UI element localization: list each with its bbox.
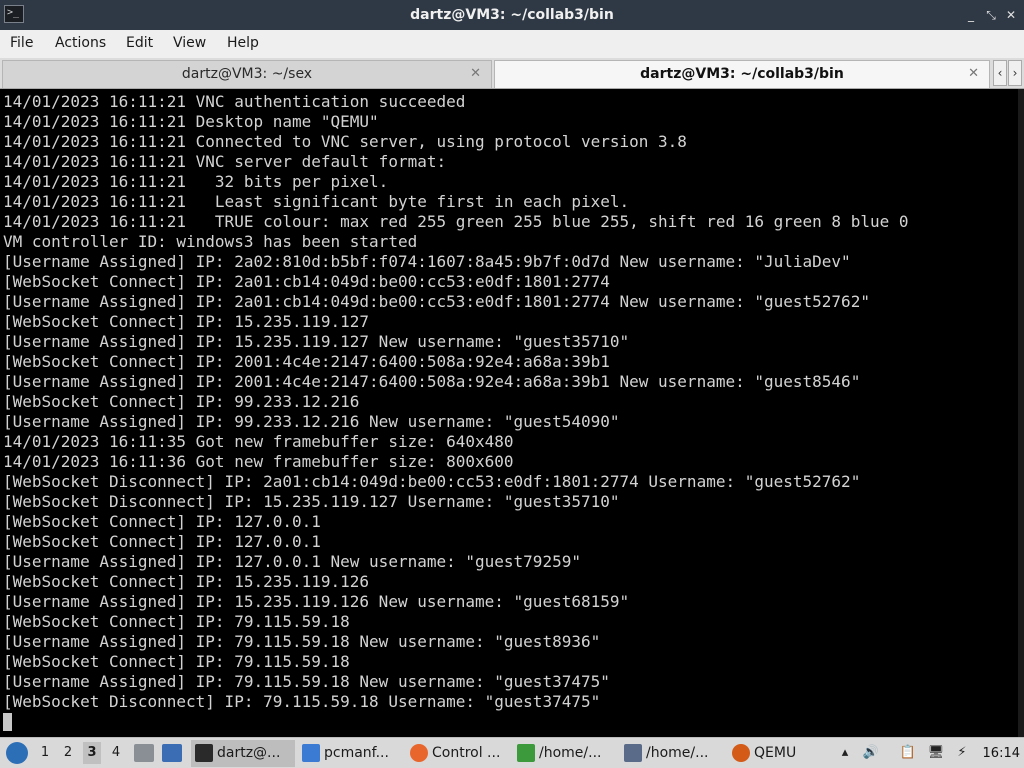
terminal-line: [Username Assigned] IP: 15.235.119.127 N… <box>3 332 630 351</box>
terminal-line: [Username Assigned] IP: 79.115.59.18 New… <box>3 632 601 651</box>
terminal-line: [Username Assigned] IP: 2a02:810d:b5bf:f… <box>3 252 851 271</box>
task-label: QEMU <box>754 745 797 761</box>
editor-icon <box>517 744 535 762</box>
close-tab-icon[interactable]: ✕ <box>968 61 979 87</box>
tab-scroll-right-icon[interactable]: › <box>1008 60 1022 86</box>
menu-file[interactable]: File <box>10 30 33 56</box>
task-label: dartz@... <box>217 745 281 761</box>
workspace-4[interactable]: 4 <box>107 742 125 764</box>
terminal-line: [WebSocket Connect] IP: 15.235.119.127 <box>3 312 370 331</box>
terminal-scrollbar[interactable] <box>1018 89 1024 737</box>
tab-scroll-left-icon[interactable]: ‹ <box>993 60 1007 86</box>
tab-sex[interactable]: dartz@VM3: ~/sex ✕ <box>2 60 492 88</box>
terminal-line: 14/01/2023 16:11:21 Least significant by… <box>3 192 630 211</box>
menu-edit[interactable]: Edit <box>126 30 153 56</box>
terminal-line: [Username Assigned] IP: 79.115.59.18 New… <box>3 672 610 691</box>
task-label: pcmanf... <box>324 745 389 761</box>
terminal-line: [Username Assigned] IP: 2001:4c4e:2147:6… <box>3 372 861 391</box>
terminal-cursor <box>3 713 12 731</box>
terminal-lines: 14/01/2023 16:11:21 VNC authentication s… <box>3 92 908 712</box>
terminal-line: [WebSocket Disconnect] IP: 2a01:cb14:049… <box>3 472 861 491</box>
task-label: /home/... <box>539 745 602 761</box>
folder-icon <box>302 744 320 762</box>
task-image-viewer[interactable]: /home/... <box>620 740 724 767</box>
terminal-line: 14/01/2023 16:11:21 VNC authentication s… <box>3 92 466 111</box>
terminal-line: 14/01/2023 16:11:21 VNC server default f… <box>3 152 447 171</box>
terminal-line: [WebSocket Connect] IP: 79.115.59.18 <box>3 612 350 631</box>
network-icon[interactable]: 🖥 <box>927 744 945 762</box>
task-qemu[interactable]: QEMU <box>728 740 824 767</box>
image-viewer-icon <box>624 744 642 762</box>
clock[interactable]: 16:14 <box>983 738 1020 768</box>
task-label: Control ... <box>432 745 501 761</box>
task-editor[interactable]: /home/... <box>513 740 617 767</box>
terminal-line: [WebSocket Connect] IP: 99.233.12.216 <box>3 392 360 411</box>
terminal-line: 14/01/2023 16:11:21 TRUE colour: max red… <box>3 212 909 231</box>
task-pcmanfm[interactable]: pcmanf... <box>298 740 402 767</box>
workspace-1[interactable]: 1 <box>36 742 54 764</box>
terminal-line: VM controller ID: windows3 has been star… <box>3 232 418 251</box>
terminal-line: 14/01/2023 16:11:35 Got new framebuffer … <box>3 432 514 451</box>
terminal-output[interactable]: 14/01/2023 16:11:21 VNC authentication s… <box>0 89 1024 737</box>
workspace-3[interactable]: 3 <box>83 742 101 764</box>
show-desktop-icon[interactable] <box>134 744 154 762</box>
task-terminal[interactable]: dartz@... <box>191 740 295 767</box>
close-tab-icon[interactable]: ✕ <box>470 61 481 87</box>
taskbar: 1 2 3 4 dartz@... pcmanf... Control ... … <box>0 737 1024 768</box>
scroll-tray-icon[interactable]: ▴ <box>836 744 854 762</box>
terminal-line: [WebSocket Disconnect] IP: 79.115.59.18 … <box>3 692 601 711</box>
terminal-icon <box>195 744 213 762</box>
firefox-icon <box>410 744 428 762</box>
tab-collab3-bin[interactable]: dartz@VM3: ~/collab3/bin ✕ <box>494 60 990 88</box>
qemu-icon <box>732 744 750 762</box>
power-icon[interactable]: ⚡ <box>953 744 971 762</box>
menu-actions[interactable]: Actions <box>55 30 106 56</box>
terminal-line: 14/01/2023 16:11:21 32 bits per pixel. <box>3 172 389 191</box>
minimize-icon[interactable]: _ <box>962 6 980 24</box>
window-titlebar[interactable]: >_ dartz@VM3: ~/collab3/bin _ ⤡ ✕ <box>0 0 1024 30</box>
terminal-line: 14/01/2023 16:11:21 Connected to VNC ser… <box>3 132 687 151</box>
terminal-line: [Username Assigned] IP: 99.233.12.216 Ne… <box>3 412 620 431</box>
window-title: dartz@VM3: ~/collab3/bin <box>410 7 614 23</box>
terminal-line: [Username Assigned] IP: 15.235.119.126 N… <box>3 592 630 611</box>
terminal-line: [WebSocket Connect] IP: 79.115.59.18 <box>3 652 350 671</box>
terminal-line: 14/01/2023 16:11:21 Desktop name "QEMU" <box>3 112 379 131</box>
terminal-line: [WebSocket Connect] IP: 127.0.0.1 <box>3 512 321 531</box>
menu-help[interactable]: Help <box>227 30 259 56</box>
task-firefox[interactable]: Control ... <box>406 740 510 767</box>
menu-bar: File Actions Edit View Help <box>0 30 1024 59</box>
menu-view[interactable]: View <box>173 30 206 56</box>
terminal-line: [Username Assigned] IP: 2a01:cb14:049d:b… <box>3 292 870 311</box>
terminal-line: [WebSocket Connect] IP: 2001:4c4e:2147:6… <box>3 352 610 371</box>
terminal-line: 14/01/2023 16:11:36 Got new framebuffer … <box>3 452 514 471</box>
tab-label: dartz@VM3: ~/sex <box>181 66 313 82</box>
terminal-line: [WebSocket Connect] IP: 127.0.0.1 <box>3 532 321 551</box>
window-switcher-icon[interactable] <box>162 744 182 762</box>
clipboard-icon[interactable]: 📋 <box>899 744 917 762</box>
terminal-line: [WebSocket Connect] IP: 15.235.119.126 <box>3 572 370 591</box>
workspace-2[interactable]: 2 <box>59 742 77 764</box>
close-icon[interactable]: ✕ <box>1002 6 1020 24</box>
terminal-line: [WebSocket Disconnect] IP: 15.235.119.12… <box>3 492 620 511</box>
terminal-line: [Username Assigned] IP: 127.0.0.1 New us… <box>3 552 581 571</box>
tab-bar: dartz@VM3: ~/sex ✕ dartz@VM3: ~/collab3/… <box>0 58 1024 89</box>
volume-icon[interactable]: 🔊 <box>862 744 880 762</box>
terminal-line: [WebSocket Connect] IP: 2a01:cb14:049d:b… <box>3 272 610 291</box>
start-menu-icon[interactable] <box>6 742 28 764</box>
tab-label: dartz@VM3: ~/collab3/bin <box>640 66 844 82</box>
task-label: /home/... <box>646 745 709 761</box>
maximize-icon[interactable]: ⤡ <box>982 6 1000 24</box>
